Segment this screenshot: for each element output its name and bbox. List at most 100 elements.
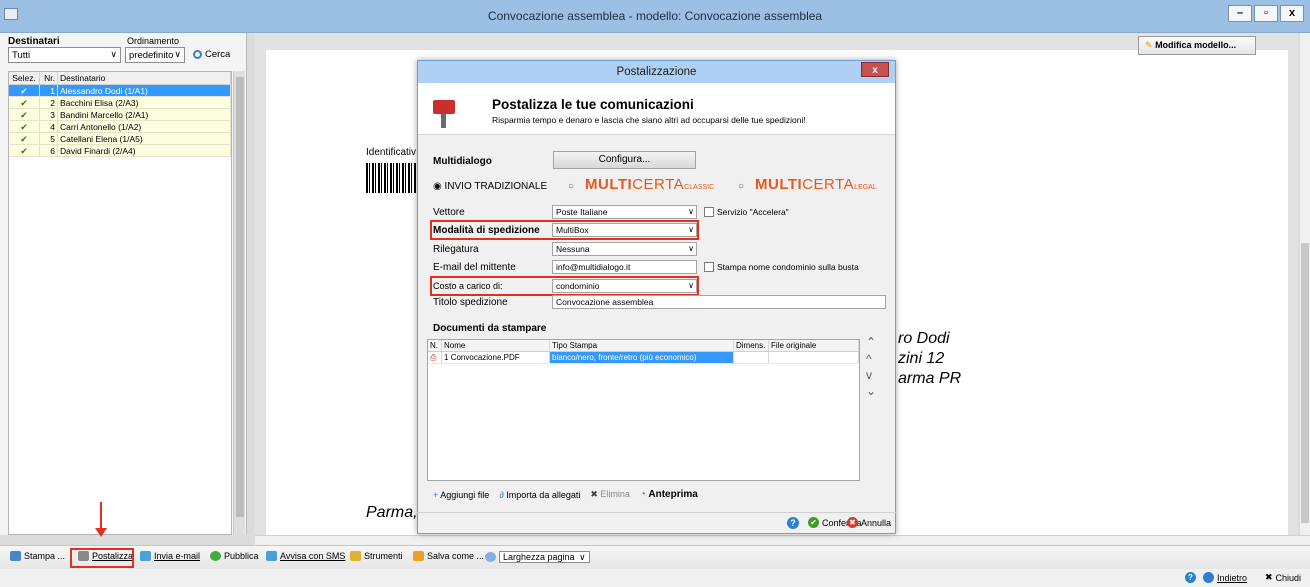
highlight-postalizza [70,548,134,568]
status-bar: ? Indietro ✖ Chiudi [0,569,1310,587]
vettore-select[interactable]: Poste Italiane ∨ [552,205,697,219]
folder-icon [413,551,424,561]
col-selez[interactable]: Selez. [9,72,40,84]
tools-icon [350,551,361,561]
maximize-button[interactable]: ▫ [1254,5,1278,22]
documenti-label: Documenti da stampare [433,323,547,334]
preview-horizontal-scrollbar[interactable] [255,535,1310,545]
table-row[interactable]: ✔ 3 Bandini Marcello (2/A1) [9,109,231,121]
search-button[interactable]: Cerca [193,49,230,60]
dialog-separator [417,512,896,513]
destinatari-select[interactable]: Tutti ∨ [8,47,121,63]
aggiungi-file-button[interactable]: + Aggiungi file [433,490,489,500]
dialog-header-title: Postalizza le tue comunicazioni [492,97,694,112]
ordinamento-select[interactable]: predefinito ∨ [125,47,185,63]
recipients-scrollbar[interactable] [233,71,245,535]
stampa-nome-label: Stampa nome condominio sulla busta [717,262,859,272]
table-row[interactable]: ✔ 2 Bacchini Elisa (2/A3) [9,97,231,109]
check-icon[interactable]: ✔ [20,86,28,96]
pubblica-button[interactable]: Pubblica [210,551,259,561]
invia-email-button[interactable]: Invia e-mail [140,551,200,561]
doc-address-line2: zini 12 [898,350,945,367]
close-window-button[interactable]: x [1280,5,1304,22]
check-icon[interactable]: ✔ [20,122,28,132]
check-circle-icon: ✔ [808,517,819,528]
table-row[interactable]: ✔ 4 Carri Antonello (1/A2) [9,121,231,133]
stampa-nome-checkbox[interactable] [704,262,714,272]
sms-icon [266,551,277,561]
doc-footer: Parma, [366,504,418,521]
search-icon [193,50,202,59]
cancel-circle-icon: ✖ [847,517,858,528]
accelera-checkbox[interactable] [704,207,714,217]
destinatari-label: Destinatari [8,36,60,47]
move-bottom-icon[interactable]: ⌄ [866,384,876,398]
avvisa-sms-button[interactable]: Avvisa con SMS [266,551,345,561]
minimize-button[interactable]: – [1228,5,1252,22]
table-row[interactable]: ⎙ 1 Convocazione.PDF bianco/nero, fronte… [428,352,859,364]
accelera-label: Servizio "Accelera" [717,207,789,217]
dialog-close-button[interactable]: x [861,62,889,77]
preview-vertical-scrollbar[interactable] [1300,33,1310,535]
help-icon[interactable]: ? [787,517,799,529]
annulla-button[interactable]: ✖ Annulla [847,517,891,528]
highlight-modalita [430,220,699,240]
printer-icon [10,551,21,561]
anteprima-button[interactable]: ◔ Anteprima [640,489,698,500]
modifica-modello-button[interactable]: ✎ Modifica modello... [1138,36,1256,55]
strumenti-button[interactable]: Strumenti [350,551,403,561]
annotation-arrow-head [95,528,107,537]
mailbox-icon [433,100,455,128]
rilegatura-label: Rilegatura [433,244,479,255]
check-icon[interactable]: ✔ [20,110,28,120]
recipients-grid: Selez. Nr. Destinatario ✔ 1 Alessandro Dod… [8,71,232,535]
pencil-icon: ✎ [1145,40,1153,50]
radio-invio-tradizionale[interactable]: ◉ INVIO TRADIZIONALE [433,181,547,192]
bottom-toolbar: Stampa ... Postalizza Invia e-mail Pubbl… [0,545,1310,569]
chevron-down-icon: ∨ [110,49,117,59]
titolo-field[interactable]: Convocazione assemblea [552,295,886,309]
move-up-icon[interactable]: ^ [866,352,872,366]
ordinamento-label: Ordinamento [127,36,180,46]
rilegatura-select[interactable]: Nessuna ∨ [552,242,697,256]
col-destinatario[interactable]: Destinatario [58,72,231,84]
check-icon[interactable]: ✔ [20,134,28,144]
table-row[interactable]: ✔ 1 Alessandro Dodi (1/A1) [9,85,231,97]
move-top-icon[interactable]: ⌃ [866,335,876,349]
table-row[interactable]: ✔ 5 Catellani Elena (1/A5) [9,133,231,145]
vettore-label: Vettore [433,207,465,218]
chevron-down-icon: ∨ [174,49,181,59]
titolo-label: Titolo spedizione [433,297,508,308]
col-nr[interactable]: Nr. [40,72,58,84]
check-icon[interactable]: ✔ [20,146,28,156]
doc-identificativo: Identificativ [366,147,417,158]
back-icon [1203,572,1214,583]
dialog-titlebar: Postalizzazione x [418,61,895,83]
window-title: Convocazione assemblea - modello: Convoc… [487,9,823,23]
radio-multicerta-classic[interactable]: ○ [568,181,574,192]
zoom-select[interactable]: Larghezza pagina ∨ [499,551,590,563]
dialog-header-subtitle: Risparmia tempo e denaro e lascia che si… [492,115,806,125]
salva-come-button[interactable]: Salva come ... [413,551,484,561]
help-icon[interactable]: ? [1185,572,1196,583]
paperclip-icon: ∂ [499,489,504,500]
move-down-icon[interactable]: v [866,368,872,382]
importa-allegati-button[interactable]: ∂ Importa da allegati [499,490,580,500]
indietro-button[interactable]: Indietro [1203,572,1247,583]
table-row[interactable]: ✔ 6 David Finardi (2/A4) [9,145,231,157]
preview-icon: ◔ [639,489,646,500]
zoom-control: Larghezza pagina ∨ [485,551,590,563]
chiudi-button[interactable]: ✖ Chiudi [1265,572,1301,583]
pdf-icon: ⎙ [428,352,442,363]
email-field[interactable]: info@multidialogo.it [552,260,697,274]
radio-multicerta-legal[interactable]: ○ [738,181,744,192]
check-icon[interactable]: ✔ [20,98,28,108]
email-icon [140,551,151,561]
stampa-button[interactable]: Stampa ... [10,551,65,561]
zoom-icon [485,552,496,562]
elimina-button[interactable]: ✖ Elimina [590,489,630,500]
configura-button[interactable]: Configura... [553,151,696,169]
chevron-down-icon: ∨ [578,552,586,562]
doc-address-line1: ro Dodi [898,330,950,347]
close-icon: ✖ [1265,572,1273,582]
